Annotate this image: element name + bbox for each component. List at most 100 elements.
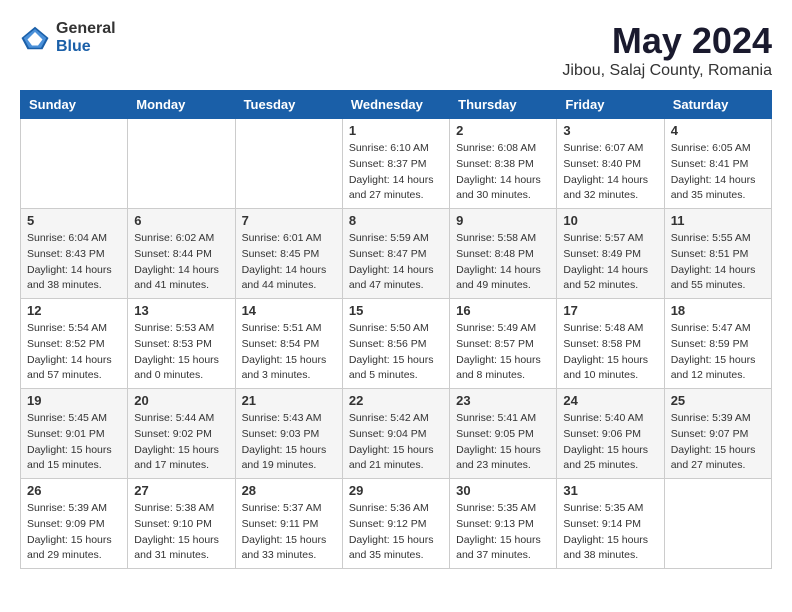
day-number: 26 xyxy=(27,483,121,498)
day-number: 20 xyxy=(134,393,228,408)
logo: General Blue xyxy=(20,20,116,55)
day-info: Sunrise: 5:35 AM Sunset: 9:13 PM Dayligh… xyxy=(456,501,550,564)
header-cell-monday: Monday xyxy=(128,91,235,119)
day-info: Sunrise: 5:50 AM Sunset: 8:56 PM Dayligh… xyxy=(349,321,443,384)
day-info: Sunrise: 5:48 AM Sunset: 8:58 PM Dayligh… xyxy=(563,321,657,384)
header-cell-friday: Friday xyxy=(557,91,664,119)
day-number: 11 xyxy=(671,213,765,228)
day-number: 22 xyxy=(349,393,443,408)
header-cell-tuesday: Tuesday xyxy=(235,91,342,119)
day-number: 10 xyxy=(563,213,657,228)
day-info: Sunrise: 5:39 AM Sunset: 9:07 PM Dayligh… xyxy=(671,411,765,474)
day-info: Sunrise: 5:38 AM Sunset: 9:10 PM Dayligh… xyxy=(134,501,228,564)
week-row-1: 1Sunrise: 6:10 AM Sunset: 8:37 PM Daylig… xyxy=(21,119,772,209)
week-row-4: 19Sunrise: 5:45 AM Sunset: 9:01 PM Dayli… xyxy=(21,389,772,479)
day-info: Sunrise: 5:41 AM Sunset: 9:05 PM Dayligh… xyxy=(456,411,550,474)
day-info: Sunrise: 6:10 AM Sunset: 8:37 PM Dayligh… xyxy=(349,141,443,204)
day-cell: 17Sunrise: 5:48 AM Sunset: 8:58 PM Dayli… xyxy=(557,299,664,389)
day-number: 19 xyxy=(27,393,121,408)
day-number: 6 xyxy=(134,213,228,228)
day-number: 31 xyxy=(563,483,657,498)
day-cell: 26 Sunrise: 5:39 AM Sunset: 9:09 PM Dayli… xyxy=(21,479,128,569)
day-number: 30 xyxy=(456,483,550,498)
day-cell: 29 Sunrise: 5:36 AM Sunset: 9:12 PM Dayli… xyxy=(342,479,449,569)
day-cell: 11 Sunrise: 5:55 AM Sunset: 8:51 PM Dayli… xyxy=(664,209,771,299)
day-number: 18 xyxy=(671,303,765,318)
day-number: 4 xyxy=(671,123,765,138)
header-cell-thursday: Thursday xyxy=(450,91,557,119)
day-info: Sunrise: 5:59 AM Sunset: 8:47 PM Dayligh… xyxy=(349,231,443,294)
day-number: 24 xyxy=(563,393,657,408)
day-number: 9 xyxy=(456,213,550,228)
day-cell: 16 Sunrise: 5:49 AM Sunset: 8:57 PM Dayli… xyxy=(450,299,557,389)
week-row-5: 26 Sunrise: 5:39 AM Sunset: 9:09 PM Dayli… xyxy=(21,479,772,569)
day-number: 21 xyxy=(242,393,336,408)
logo-text: General Blue xyxy=(56,20,116,55)
day-info: Sunrise: 5:58 AM Sunset: 8:48 PM Dayligh… xyxy=(456,231,550,294)
main-title: May 2024 xyxy=(562,20,772,62)
logo-icon xyxy=(20,23,50,53)
day-info: Sunrise: 6:07 AM Sunset: 8:40 PM Dayligh… xyxy=(563,141,657,204)
day-cell: 30 Sunrise: 5:35 AM Sunset: 9:13 PM Dayli… xyxy=(450,479,557,569)
day-cell: 8Sunrise: 5:59 AM Sunset: 8:47 PM Daylig… xyxy=(342,209,449,299)
day-cell: 18Sunrise: 5:47 AM Sunset: 8:59 PM Dayli… xyxy=(664,299,771,389)
day-info: Sunrise: 5:44 AM Sunset: 9:02 PM Dayligh… xyxy=(134,411,228,474)
header-row: SundayMondayTuesdayWednesdayThursdayFrid… xyxy=(21,91,772,119)
day-number: 14 xyxy=(242,303,336,318)
logo-general-text: General xyxy=(56,20,116,38)
day-cell: 10 Sunrise: 5:57 AM Sunset: 8:49 PM Dayli… xyxy=(557,209,664,299)
day-cell xyxy=(664,479,771,569)
day-cell: 15 Sunrise: 5:50 AM Sunset: 8:56 PM Dayli… xyxy=(342,299,449,389)
day-info: Sunrise: 5:37 AM Sunset: 9:11 PM Dayligh… xyxy=(242,501,336,564)
day-cell: 6Sunrise: 6:02 AM Sunset: 8:44 PM Daylig… xyxy=(128,209,235,299)
calendar-table: SundayMondayTuesdayWednesdayThursdayFrid… xyxy=(20,90,772,569)
day-info: Sunrise: 5:36 AM Sunset: 9:12 PM Dayligh… xyxy=(349,501,443,564)
header-cell-sunday: Sunday xyxy=(21,91,128,119)
calendar-body: 1Sunrise: 6:10 AM Sunset: 8:37 PM Daylig… xyxy=(21,119,772,569)
day-info: Sunrise: 5:55 AM Sunset: 8:51 PM Dayligh… xyxy=(671,231,765,294)
day-cell: 19Sunrise: 5:45 AM Sunset: 9:01 PM Dayli… xyxy=(21,389,128,479)
day-info: Sunrise: 5:40 AM Sunset: 9:06 PM Dayligh… xyxy=(563,411,657,474)
day-cell: 2 Sunrise: 6:08 AM Sunset: 8:38 PM Daylig… xyxy=(450,119,557,209)
day-number: 15 xyxy=(349,303,443,318)
day-info: Sunrise: 5:51 AM Sunset: 8:54 PM Dayligh… xyxy=(242,321,336,384)
day-info: Sunrise: 5:39 AM Sunset: 9:09 PM Dayligh… xyxy=(27,501,121,564)
day-cell: 7Sunrise: 6:01 AM Sunset: 8:45 PM Daylig… xyxy=(235,209,342,299)
day-info: Sunrise: 6:08 AM Sunset: 8:38 PM Dayligh… xyxy=(456,141,550,204)
day-cell: 27Sunrise: 5:38 AM Sunset: 9:10 PM Dayli… xyxy=(128,479,235,569)
header-cell-wednesday: Wednesday xyxy=(342,91,449,119)
day-number: 29 xyxy=(349,483,443,498)
day-cell: 4 Sunrise: 6:05 AM Sunset: 8:41 PM Daylig… xyxy=(664,119,771,209)
day-cell: 24 Sunrise: 5:40 AM Sunset: 9:06 PM Dayli… xyxy=(557,389,664,479)
day-info: Sunrise: 6:01 AM Sunset: 8:45 PM Dayligh… xyxy=(242,231,336,294)
day-cell: 21Sunrise: 5:43 AM Sunset: 9:03 PM Dayli… xyxy=(235,389,342,479)
day-info: Sunrise: 5:57 AM Sunset: 8:49 PM Dayligh… xyxy=(563,231,657,294)
day-cell: 28 Sunrise: 5:37 AM Sunset: 9:11 PM Dayli… xyxy=(235,479,342,569)
day-number: 5 xyxy=(27,213,121,228)
calendar-header: SundayMondayTuesdayWednesdayThursdayFrid… xyxy=(21,91,772,119)
day-cell xyxy=(235,119,342,209)
header-cell-saturday: Saturday xyxy=(664,91,771,119)
day-info: Sunrise: 5:49 AM Sunset: 8:57 PM Dayligh… xyxy=(456,321,550,384)
day-cell: 1Sunrise: 6:10 AM Sunset: 8:37 PM Daylig… xyxy=(342,119,449,209)
day-number: 23 xyxy=(456,393,550,408)
day-cell: 13Sunrise: 5:53 AM Sunset: 8:53 PM Dayli… xyxy=(128,299,235,389)
logo-blue-text: Blue xyxy=(56,38,116,56)
day-number: 12 xyxy=(27,303,121,318)
day-cell: 23 Sunrise: 5:41 AM Sunset: 9:05 PM Dayli… xyxy=(450,389,557,479)
day-number: 2 xyxy=(456,123,550,138)
day-number: 25 xyxy=(671,393,765,408)
title-block: May 2024 Jibou, Salaj County, Romania xyxy=(562,20,772,80)
page-header: General Blue May 2024 Jibou, Salaj Count… xyxy=(20,20,772,80)
day-info: Sunrise: 6:05 AM Sunset: 8:41 PM Dayligh… xyxy=(671,141,765,204)
day-cell xyxy=(128,119,235,209)
day-info: Sunrise: 5:54 AM Sunset: 8:52 PM Dayligh… xyxy=(27,321,121,384)
day-cell: 9 Sunrise: 5:58 AM Sunset: 8:48 PM Daylig… xyxy=(450,209,557,299)
day-number: 28 xyxy=(242,483,336,498)
day-number: 3 xyxy=(563,123,657,138)
day-cell: 3 Sunrise: 6:07 AM Sunset: 8:40 PM Daylig… xyxy=(557,119,664,209)
day-cell: 14 Sunrise: 5:51 AM Sunset: 8:54 PM Dayli… xyxy=(235,299,342,389)
day-cell: 25 Sunrise: 5:39 AM Sunset: 9:07 PM Dayli… xyxy=(664,389,771,479)
day-number: 16 xyxy=(456,303,550,318)
day-cell: 20 Sunrise: 5:44 AM Sunset: 9:02 PM Dayli… xyxy=(128,389,235,479)
